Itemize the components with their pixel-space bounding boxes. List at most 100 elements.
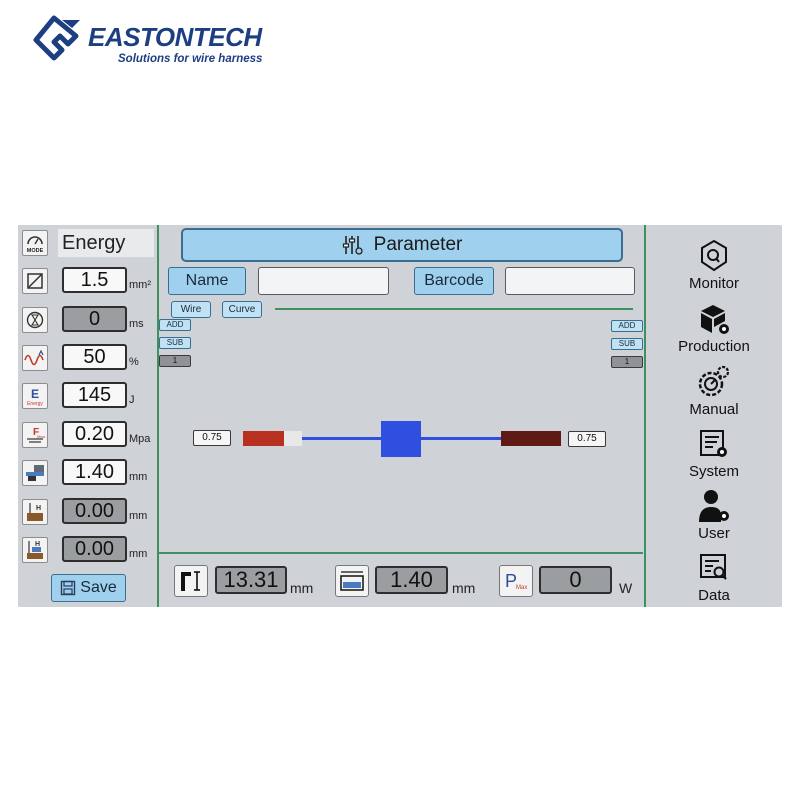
energy-value[interactable]: 145 <box>62 382 127 408</box>
brand-logo-mark <box>33 15 80 61</box>
weld-width-icon <box>22 460 48 486</box>
tab-curve[interactable]: Curve <box>222 301 262 318</box>
brand-tagline: Solutions for wire harness <box>118 53 263 65</box>
user-icon <box>696 487 732 525</box>
save-label: Save <box>80 579 117 596</box>
param-row-time: 0 ms <box>18 304 157 336</box>
tab-wire[interactable]: Wire <box>171 301 211 318</box>
nav-label-monitor: Monitor <box>688 275 740 292</box>
weld-width-result-value: 1.40 <box>375 566 448 594</box>
time-value: 0 <box>62 306 127 332</box>
right-add-button[interactable]: ADD <box>611 320 643 332</box>
nav-item-system[interactable]: System <box>646 425 782 487</box>
amplitude-unit: % <box>129 356 139 368</box>
area-value[interactable]: 1.5 <box>62 267 127 293</box>
bottom-divider <box>159 552 643 554</box>
height-pre-icon-letter: H <box>36 505 41 512</box>
brand-logo: EASTONTECH Solutions for wire harness <box>32 14 272 70</box>
nav-item-monitor[interactable]: Monitor <box>646 237 782 299</box>
monitor-shield-icon <box>696 237 732 275</box>
hmi-screen: MODE Energy 1.5 mm² 0 ms 50 % E Energy 1… <box>18 225 782 607</box>
height-post-unit: mm <box>129 548 148 560</box>
timer-icon <box>22 307 48 333</box>
param-row-area: 1.5 mm² <box>18 265 157 297</box>
parameter-panel: Parameter Name Barcode Wire Curve ADD SU… <box>159 225 643 607</box>
height-post-icon: H <box>22 537 48 563</box>
nav-label-user: User <box>698 525 730 542</box>
power-icon-sub: Max <box>516 585 527 591</box>
energy-icon: E Energy <box>22 383 48 409</box>
nav-label-production: Production <box>678 338 750 355</box>
param-row-height-pre: H 0.00 mm <box>18 496 157 528</box>
param-row-amplitude: 50 % <box>18 342 157 374</box>
width-value[interactable]: 1.40 <box>62 459 127 485</box>
amplitude-value[interactable]: 50 <box>62 344 127 370</box>
param-row-width: 1.40 mm <box>18 457 157 489</box>
parameter-column: MODE Energy 1.5 mm² 0 ms 50 % E Energy 1… <box>18 225 157 607</box>
left-add-button[interactable]: ADD <box>159 319 191 331</box>
power-max-value: 0 <box>539 566 612 594</box>
nav-label-data: Data <box>698 587 730 604</box>
height-pre-unit: mm <box>129 510 148 522</box>
weld-width-gauge-icon <box>335 565 369 597</box>
pressure-value[interactable]: 0.20 <box>62 421 127 447</box>
left-wire-count: 1 <box>159 355 191 367</box>
left-wire-strip <box>284 431 302 446</box>
side-navigation: Monitor Production Manual System User Da… <box>646 225 782 607</box>
area-unit: mm² <box>129 279 151 291</box>
pressure-icon: F Mpa <box>22 422 48 448</box>
height-post-icon-letter: H <box>35 541 40 548</box>
save-button[interactable]: Save <box>51 574 126 602</box>
name-input[interactable] <box>258 267 389 295</box>
weld-height-unit: mm <box>290 580 314 596</box>
tab-underline <box>275 308 633 310</box>
param-row-energy: E Energy 145 J <box>18 380 157 412</box>
mode-select[interactable]: Energy <box>58 229 154 257</box>
pressure-icon-sub: Mpa <box>37 434 46 439</box>
param-row-height-post: H 0.00 mm <box>18 534 157 566</box>
height-pre-value: 0.00 <box>62 498 127 524</box>
mode-row: MODE Energy <box>18 227 157 259</box>
weld-block <box>381 421 421 457</box>
power-max-unit: W <box>619 580 633 596</box>
right-wire-size[interactable]: 0.75 <box>568 431 606 447</box>
page-title-bar: Parameter <box>181 228 623 262</box>
right-sub-button[interactable]: SUB <box>611 338 643 350</box>
weld-height-value: 13.31 <box>215 566 287 594</box>
page-title: Parameter <box>373 234 463 255</box>
nav-item-data[interactable]: Data <box>646 549 782 607</box>
amplitude-wave-icon <box>22 345 48 371</box>
barcode-input[interactable] <box>505 267 635 295</box>
data-search-icon <box>696 549 732 587</box>
nav-label-system: System <box>688 463 739 480</box>
left-sub-button[interactable]: SUB <box>159 337 191 349</box>
nav-label-manual: Manual <box>689 401 739 418</box>
nav-item-production[interactable]: Production <box>646 300 782 362</box>
weld-height-icon <box>174 565 208 597</box>
name-label: Name <box>168 267 246 295</box>
left-wire-terminal <box>243 431 284 446</box>
energy-icon-letter: E <box>31 387 39 401</box>
nav-item-user[interactable]: User <box>646 487 782 549</box>
energy-unit: J <box>129 394 135 406</box>
width-unit: mm <box>129 471 148 483</box>
sliders-icon <box>342 236 363 255</box>
weld-width-result-unit: mm <box>452 580 476 596</box>
height-pre-icon: H <box>22 499 48 525</box>
height-post-value: 0.00 <box>62 536 127 562</box>
production-box-icon <box>696 300 732 338</box>
area-icon <box>22 268 48 294</box>
nav-item-manual[interactable]: Manual <box>646 363 782 425</box>
save-icon <box>61 580 76 596</box>
left-wire-size[interactable]: 0.75 <box>193 430 231 446</box>
pressure-unit: Mpa <box>129 433 151 445</box>
right-wire-count: 1 <box>611 356 643 368</box>
energy-icon-sub: Energy <box>27 401 43 407</box>
system-settings-icon <box>696 425 732 463</box>
mode-icon-text: MODE <box>27 248 44 254</box>
mode-icon[interactable]: MODE <box>22 230 48 256</box>
manual-gears-icon <box>696 363 732 401</box>
right-wire-terminal <box>501 431 561 446</box>
power-max-icon: P Max <box>499 565 533 597</box>
brand-name: EASTONTECH <box>88 22 262 52</box>
